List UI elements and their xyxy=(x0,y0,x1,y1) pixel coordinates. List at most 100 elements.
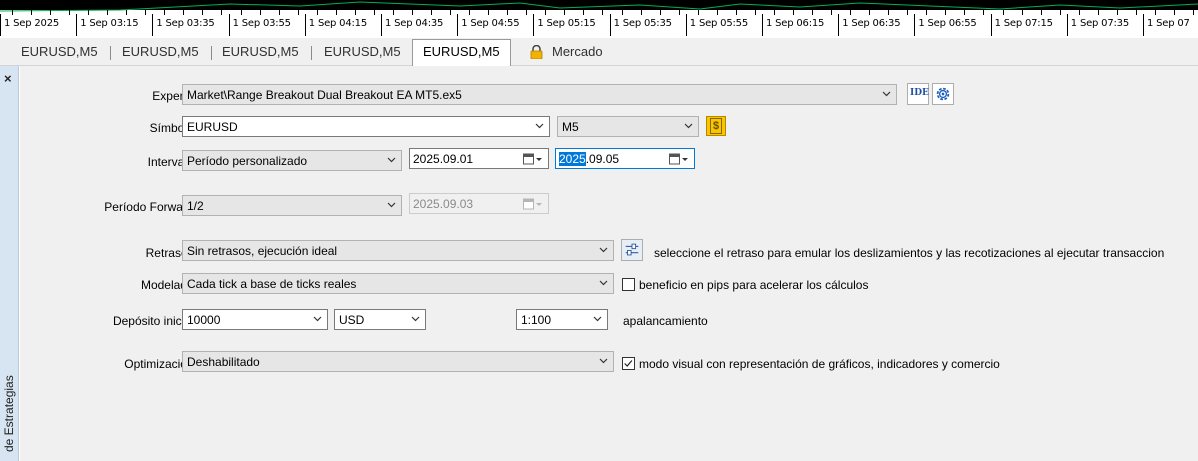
time-axis-tick xyxy=(526,10,528,15)
side-panel-title[interactable]: de Estrategias xyxy=(2,375,16,452)
time-axis-tick xyxy=(297,10,299,15)
time-axis-tick xyxy=(1059,10,1061,15)
interval-select[interactable]: Período personalizado xyxy=(182,150,402,171)
deposit-value: 10000 xyxy=(187,313,221,327)
pips-checkbox[interactable] xyxy=(622,278,635,291)
time-axis-tick xyxy=(240,10,242,15)
chevron-down-icon xyxy=(313,316,322,322)
market-tab[interactable]: Mercado xyxy=(552,38,603,65)
time-axis-label: 1 Sep 04:55 xyxy=(461,18,520,29)
strategy-tester-settings: Experto: Market\Range Breakout Dual Brea… xyxy=(20,66,1198,461)
expert-settings-button[interactable] xyxy=(932,83,954,105)
time-axis-tick xyxy=(545,10,547,15)
chart-tab-4[interactable]: EURUSD,M5 xyxy=(324,38,401,65)
time-axis-tick xyxy=(316,10,318,15)
expert-select[interactable]: Market\Range Breakout Dual Breakout EA M… xyxy=(182,84,897,105)
time-axis-label: 1 Sep 07:35 xyxy=(1070,18,1129,29)
calendar-dropdown-icon[interactable] xyxy=(669,153,689,165)
time-axis-tick xyxy=(183,10,185,15)
time-axis-tick xyxy=(373,10,375,15)
time-axis: 1 Sep 2025 1 Sep 03:15 1 Sep 03:35 1 Sep 03… xyxy=(0,0,1198,38)
timeframe-value: M5 xyxy=(562,120,579,134)
time-axis-tick xyxy=(907,10,909,15)
forward-select[interactable]: 1/2 xyxy=(182,195,402,216)
chart-tab-1[interactable]: EURUSD,M5 xyxy=(21,38,98,65)
pips-checkbox-label[interactable]: beneficio en pips para acelerar los cálc… xyxy=(639,278,868,292)
time-axis-separator xyxy=(381,14,382,36)
forward-value: 1/2 xyxy=(187,199,204,213)
chevron-down-icon xyxy=(411,316,420,322)
time-axis-tick xyxy=(335,10,337,15)
modeling-value: Cada tick a base de ticks reales xyxy=(187,277,357,291)
ide-button[interactable]: IDE xyxy=(907,83,929,105)
time-axis-tick xyxy=(945,10,947,15)
deposit-select[interactable]: 10000 xyxy=(182,309,328,330)
time-axis-separator xyxy=(533,14,535,36)
visual-mode-checkbox-label[interactable]: modo visual con representación de gráfic… xyxy=(639,357,1000,371)
timeframe-select[interactable]: M5 xyxy=(557,116,699,137)
lock-icon xyxy=(530,45,543,59)
currency-value: USD xyxy=(339,313,365,327)
to-date-rest: .09.05 xyxy=(585,152,620,166)
time-axis-tick xyxy=(1155,10,1156,15)
time-axis-label: 1 Sep 06:35 xyxy=(842,18,901,29)
time-axis-tick xyxy=(716,10,718,15)
symbol-properties-button[interactable]: $ xyxy=(706,116,726,136)
time-axis-separator xyxy=(1066,14,1068,36)
time-axis-tick xyxy=(202,10,204,15)
time-axis-tick xyxy=(754,10,756,15)
chevron-down-icon xyxy=(387,157,396,163)
time-axis-tick xyxy=(1040,10,1042,15)
time-axis-tick xyxy=(488,10,490,15)
chevron-down-icon xyxy=(535,123,544,129)
leverage-select[interactable]: 1:100 xyxy=(516,309,608,330)
interval-from-date[interactable]: 2025.09.01 xyxy=(409,148,549,169)
chart-tab-5-active[interactable]: EURUSD,M5 xyxy=(412,39,511,66)
time-axis-tick xyxy=(1116,10,1118,15)
delays-settings-button[interactable] xyxy=(621,239,643,261)
time-axis-tick xyxy=(259,10,261,15)
dollar-icon: $ xyxy=(710,118,722,134)
chart-tab-3[interactable]: EURUSD,M5 xyxy=(222,38,299,65)
time-axis-tick xyxy=(621,10,623,15)
time-axis-separator xyxy=(990,14,992,36)
time-axis-label: 1 Sep 06:15 xyxy=(766,18,825,29)
calendar-dropdown-icon xyxy=(523,198,542,210)
currency-select[interactable]: USD xyxy=(334,309,426,330)
visual-mode-checkbox[interactable] xyxy=(622,357,635,370)
calendar-dropdown-icon[interactable] xyxy=(523,153,543,165)
time-axis-tick xyxy=(850,10,852,15)
chart-tab-2[interactable]: EURUSD,M5 xyxy=(122,38,199,65)
chevron-down-icon xyxy=(684,123,693,129)
leverage-label: apalancamiento xyxy=(623,314,708,328)
modeling-select[interactable]: Cada tick a base de ticks reales xyxy=(182,273,614,294)
time-axis-tick xyxy=(774,10,775,15)
time-axis-tick xyxy=(278,10,280,15)
time-axis-tick xyxy=(31,10,32,15)
chevron-down-icon xyxy=(882,91,891,97)
time-axis-tick xyxy=(602,10,604,15)
sliders-icon xyxy=(625,243,639,256)
ide-label: IDE xyxy=(910,88,929,98)
time-axis-label: 1 Sep 05:35 xyxy=(613,18,672,29)
optimization-select[interactable]: Deshabilitado xyxy=(182,351,614,372)
to-date-selected-year: 2025 xyxy=(559,152,586,166)
delays-select[interactable]: Sin retrasos, ejecución ideal xyxy=(182,240,614,261)
interval-to-date[interactable]: 2025.09.05 xyxy=(555,148,695,169)
time-axis-tick xyxy=(88,10,90,15)
time-axis-separator xyxy=(609,14,611,36)
time-axis-tick xyxy=(1002,10,1004,15)
time-axis-tick xyxy=(659,10,661,15)
time-axis-tick xyxy=(1078,10,1080,15)
time-axis-tick xyxy=(1135,10,1137,15)
time-axis-tick xyxy=(107,10,109,15)
time-axis-tick xyxy=(926,10,928,15)
time-axis-separator xyxy=(228,14,230,36)
delays-hint: seleccione el retraso para emular los de… xyxy=(654,246,1165,260)
time-axis-tick xyxy=(1097,10,1099,15)
forward-date: 2025.09.03 xyxy=(409,193,549,214)
symbol-select[interactable]: EURUSD xyxy=(182,116,550,137)
time-axis-tick xyxy=(431,10,432,15)
close-icon[interactable]: × xyxy=(4,72,12,85)
time-axis-separator xyxy=(457,14,459,36)
